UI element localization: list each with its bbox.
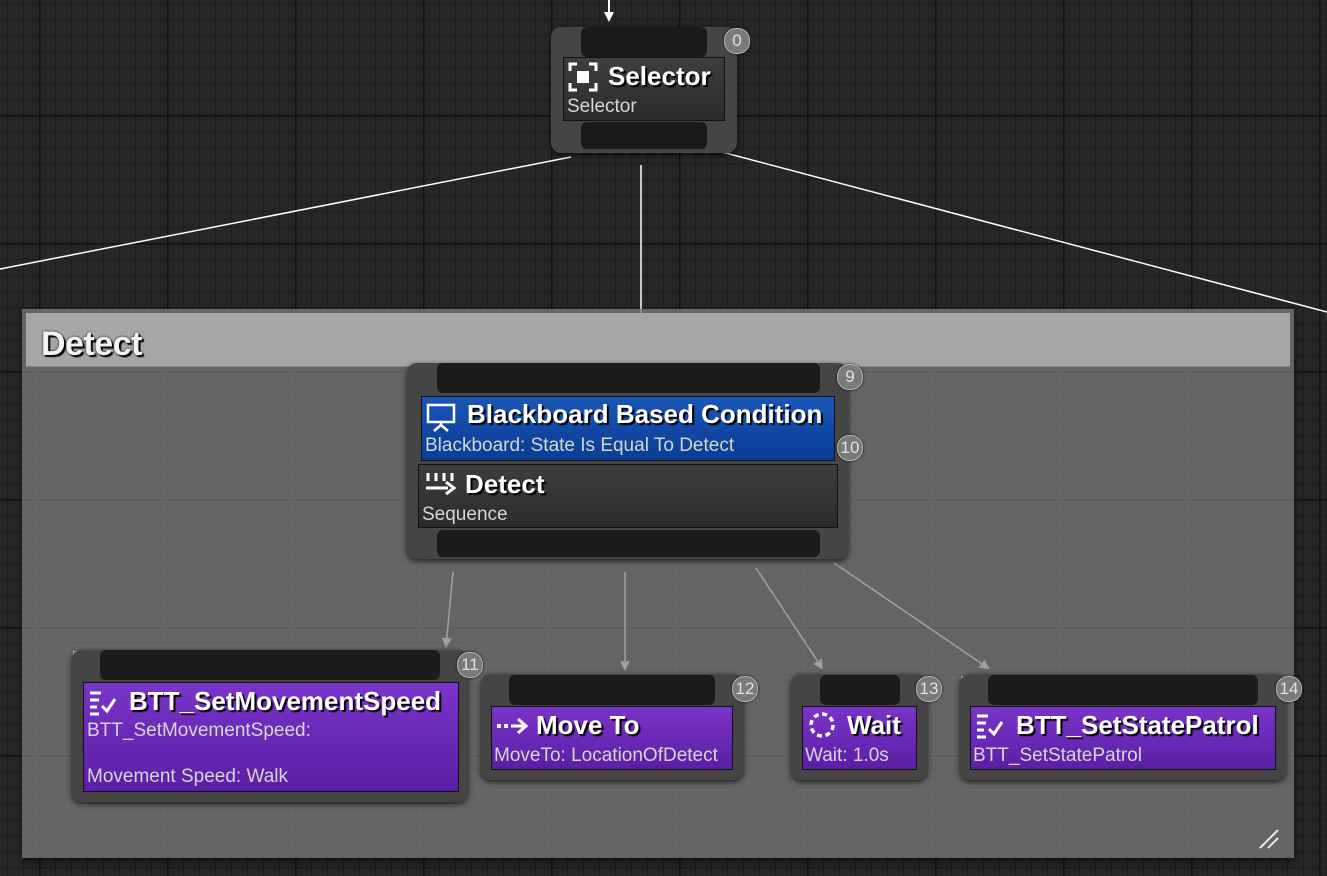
- wait-subtitle: Wait: 1.0s: [805, 745, 889, 766]
- selector-subtitle: Selector: [567, 96, 637, 117]
- set-movement-speed-index-badge: 11: [457, 652, 483, 678]
- wire-selector-left: [0, 156, 572, 270]
- wire-selector-right: [717, 150, 1327, 313]
- wait-node[interactable]: Wait Wait: 1.0s: [791, 674, 927, 780]
- wait-index-badge: 13: [916, 676, 942, 702]
- blackboard-decorator[interactable]: Blackboard Based Condition Blackboard: S…: [421, 396, 835, 461]
- move-to-node[interactable]: Move To MoveTo: LocationOfDetect: [481, 674, 743, 780]
- selector-index-badge: 0: [724, 28, 750, 54]
- set-state-patrol-node[interactable]: BTT_SetStatePatrol BTT_SetStatePatrol: [960, 674, 1286, 780]
- detect-sequence-node[interactable]: Blackboard Based Condition Blackboard: S…: [407, 363, 848, 559]
- move-to-index-badge: 12: [732, 676, 758, 702]
- selector-output-pin[interactable]: [581, 122, 707, 149]
- move-to-subtitle: MoveTo: LocationOfDetect: [494, 745, 718, 766]
- selector-body[interactable]: Selector Selector: [563, 57, 725, 121]
- comment-header[interactable]: Detect: [26, 313, 1290, 367]
- selector-node[interactable]: Selector Selector: [551, 27, 737, 153]
- sequence-icon: [426, 473, 456, 496]
- selector-icon: [568, 62, 598, 92]
- detect-index-badge: 9: [837, 364, 863, 390]
- set-movement-speed-subtitle-line1: BTT_SetMovementSpeed:: [87, 720, 311, 741]
- set-movement-speed-title: BTT_SetMovementSpeed: [129, 686, 442, 716]
- task-icon: [977, 714, 1004, 739]
- detect-title: Detect: [465, 469, 545, 499]
- set-state-patrol-index-badge: 14: [1276, 676, 1302, 702]
- move-to-icon: [497, 717, 528, 735]
- set-movement-speed-body[interactable]: BTT_SetMovementSpeed BTT_SetMovementSpee…: [83, 682, 459, 792]
- resize-grip-icon[interactable]: [1258, 828, 1280, 850]
- comment-title: Detect: [41, 325, 142, 363]
- set-state-patrol-input-pin[interactable]: [988, 675, 1258, 705]
- set-movement-speed-node[interactable]: BTT_SetMovementSpeed BTT_SetMovementSpee…: [72, 650, 468, 802]
- detect-subtitle: Sequence: [422, 504, 508, 525]
- blackboard-icon: [426, 403, 456, 432]
- selector-title: Selector: [608, 61, 711, 91]
- wait-body[interactable]: Wait Wait: 1.0s: [802, 706, 917, 770]
- wait-title: Wait: [847, 710, 901, 740]
- wait-icon: [809, 712, 835, 738]
- set-movement-speed-subtitle-line2: Movement Speed: Walk: [87, 766, 288, 787]
- move-to-title: Move To: [536, 710, 640, 740]
- detect-body[interactable]: Detect Sequence: [418, 464, 838, 528]
- detect-output-pin[interactable]: [437, 530, 820, 557]
- task-icon: [90, 691, 117, 716]
- decorator-subtitle: Blackboard: State Is Equal To Detect: [425, 435, 735, 456]
- wait-input-pin[interactable]: [820, 675, 900, 705]
- set-state-patrol-title: BTT_SetStatePatrol: [1016, 710, 1259, 740]
- set-state-patrol-body[interactable]: BTT_SetStatePatrol BTT_SetStatePatrol: [970, 706, 1276, 770]
- move-to-input-pin[interactable]: [509, 675, 715, 705]
- detect-input-pin[interactable]: [437, 363, 820, 393]
- decorator-title: Blackboard Based Condition: [467, 399, 823, 429]
- move-to-body[interactable]: Move To MoveTo: LocationOfDetect: [491, 706, 733, 770]
- decorator-index-badge: 10: [837, 435, 863, 461]
- selector-input-pin[interactable]: [581, 27, 707, 57]
- set-state-patrol-subtitle: BTT_SetStatePatrol: [973, 745, 1142, 766]
- set-movement-speed-input-pin[interactable]: [100, 650, 440, 680]
